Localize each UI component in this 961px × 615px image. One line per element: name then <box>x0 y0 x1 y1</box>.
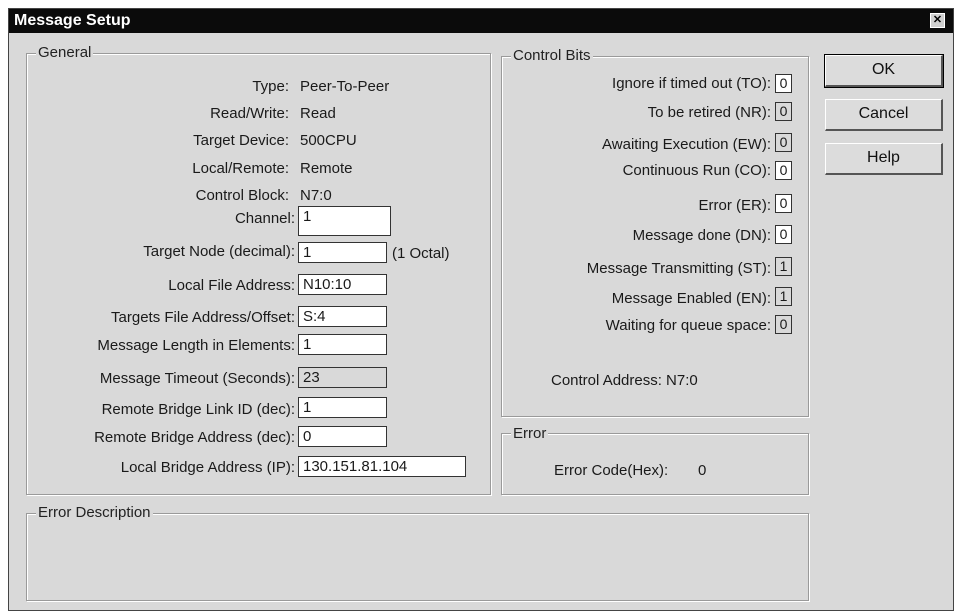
local-bridge-address-label: Local Bridge Address (IP): <box>120 459 295 476</box>
remote-bridge-link-label: Remote Bridge Link ID (dec): <box>101 401 295 418</box>
target-device-label: Target Device: <box>193 132 289 149</box>
type-value: Peer-To-Peer <box>300 78 390 95</box>
bit-en-label: Message Enabled (EN): <box>611 290 771 307</box>
message-timeout-input[interactable]: 23 <box>298 367 387 388</box>
bit-co-field[interactable]: 0 <box>775 161 792 180</box>
bit-dn-label: Message done (DN): <box>632 227 771 244</box>
target-node-octal: (1 Octal) <box>392 245 450 262</box>
local-remote-value: Remote <box>300 160 353 177</box>
local-file-address-label: Local File Address: <box>168 277 295 294</box>
local-remote-label: Local/Remote: <box>192 160 289 177</box>
error-description-group <box>26 513 809 601</box>
bit-ew-label: Awaiting Execution (EW): <box>602 136 771 153</box>
channel-input[interactable]: 1 <box>298 206 391 236</box>
bit-nr-field[interactable]: 0 <box>775 102 792 121</box>
target-device-value: 500CPU <box>300 132 357 149</box>
error-legend: Error <box>511 425 549 442</box>
control-address: Control Address: N7:0 <box>551 372 698 389</box>
general-legend: General <box>36 44 94 61</box>
target-node-label: Target Node (decimal): <box>143 243 295 260</box>
local-file-address-input[interactable]: N10:10 <box>298 274 387 295</box>
cancel-button[interactable]: Cancel <box>825 99 943 131</box>
error-code-value: 0 <box>698 462 707 479</box>
remote-bridge-link-input[interactable]: 1 <box>298 397 387 418</box>
read-write-value: Read <box>300 105 336 122</box>
control-block-value: N7:0 <box>300 187 332 204</box>
bit-er-field[interactable]: 0 <box>775 194 792 213</box>
target-node-input[interactable]: 1 <box>298 242 387 263</box>
bit-dn-field[interactable]: 0 <box>775 225 792 244</box>
target-file-address-input[interactable]: S:4 <box>298 306 387 327</box>
bit-ew-field[interactable]: 0 <box>775 133 792 152</box>
bit-st-field[interactable]: 1 <box>775 257 792 276</box>
remote-bridge-address-input[interactable]: 0 <box>298 426 387 447</box>
bit-nr-label: To be retired (NR): <box>647 104 771 121</box>
bit-er-label: Error (ER): <box>698 197 772 214</box>
error-description-legend: Error Description <box>36 504 153 521</box>
bit-co-label: Continuous Run (CO): <box>622 162 771 179</box>
target-file-address-label: Targets File Address/Offset: <box>111 309 295 326</box>
local-bridge-address-input[interactable]: 130.151.81.104 <box>298 456 466 477</box>
type-label: Type: <box>252 78 289 95</box>
message-length-input[interactable]: 1 <box>298 334 387 355</box>
read-write-label: Read/Write: <box>210 105 289 122</box>
bit-to-field[interactable]: 0 <box>775 74 792 93</box>
control-bits-legend: Control Bits <box>511 47 593 64</box>
bit-queue-label: Waiting for queue space: <box>605 317 771 334</box>
bit-to-label: Ignore if timed out (TO): <box>612 75 771 92</box>
close-icon[interactable]: ✕ <box>930 13 945 28</box>
help-button[interactable]: Help <box>825 143 943 175</box>
ok-button[interactable]: OK <box>824 54 944 88</box>
title-bar[interactable] <box>9 9 953 33</box>
bit-st-label: Message Transmitting (ST): <box>586 260 771 277</box>
message-timeout-label: Message Timeout (Seconds): <box>99 370 295 387</box>
window-title: Message Setup <box>14 12 131 29</box>
remote-bridge-address-label: Remote Bridge Address (dec): <box>94 429 295 446</box>
error-code-label: Error Code(Hex): <box>554 462 669 479</box>
channel-label: Channel: <box>234 210 295 227</box>
bit-queue-field[interactable]: 0 <box>775 315 792 334</box>
control-block-label: Control Block: <box>195 187 289 204</box>
bit-en-field[interactable]: 1 <box>775 287 792 306</box>
message-length-label: Message Length in Elements: <box>97 337 295 354</box>
